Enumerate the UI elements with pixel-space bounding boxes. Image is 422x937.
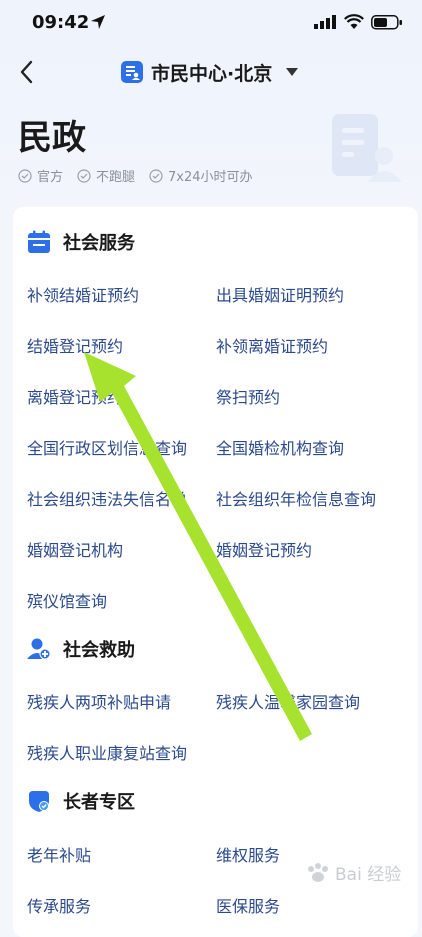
section-title: 长者专区 — [63, 792, 135, 813]
link-org-blacklist[interactable]: 社会组织违法失信名单 — [27, 486, 187, 510]
user-add-icon — [27, 638, 51, 660]
status-time: 09:42 — [32, 12, 90, 33]
nav-bar: 市民中心·北京 — [0, 48, 422, 96]
section-social-services: 社会服务 — [27, 229, 135, 255]
tag-24h: 7x24小时可办 — [149, 166, 253, 185]
status-bar: 09:42 — [0, 0, 422, 48]
link-reissue-marriage-cert[interactable]: 补领结婚证预约 — [27, 282, 139, 306]
check-circle-icon — [77, 168, 91, 183]
tag-label: 7x24小时可办 — [168, 170, 253, 185]
services-card — [13, 207, 418, 937]
tag-row: 官方 不跑腿 7x24小时可办 — [18, 166, 253, 185]
signal-icon — [314, 15, 336, 29]
tag-label: 官方 — [37, 170, 64, 185]
calendar-icon — [28, 230, 50, 253]
wifi-icon — [344, 14, 364, 29]
section-social-assistance: 社会救助 — [27, 636, 135, 662]
link-reissue-divorce-cert[interactable]: 补领离婚证预约 — [216, 333, 328, 357]
link-tomb-sweeping[interactable]: 祭扫预约 — [216, 384, 280, 408]
check-circle-icon — [18, 168, 32, 183]
link-divorce-registration[interactable]: 离婚登记预约 — [27, 384, 123, 408]
document-illustration-icon — [332, 114, 402, 182]
chevron-down-icon — [286, 68, 299, 76]
link-marriage-office[interactable]: 婚姻登记机构 — [27, 537, 123, 561]
tag-label: 不跑腿 — [96, 170, 136, 185]
section-title: 社会服务 — [63, 233, 135, 254]
city-selector[interactable]: 市民中心·北京 — [121, 58, 299, 86]
link-rights-protection[interactable]: 维权服务 — [216, 842, 280, 866]
link-disability-rehab[interactable]: 残疾人职业康复站查询 — [27, 740, 187, 764]
watermark-text: Bai 经验 — [335, 865, 402, 885]
link-premarital-check-query[interactable]: 全国婚检机构查询 — [216, 435, 344, 459]
check-circle-icon — [149, 168, 163, 183]
document-icon — [121, 61, 143, 83]
link-elderly-subsidy[interactable]: 老年补贴 — [27, 842, 91, 866]
link-disability-subsidy[interactable]: 残疾人两项补贴申请 — [27, 689, 171, 713]
link-funeral-home[interactable]: 殡仪馆查询 — [27, 588, 107, 612]
shield-heart-icon — [29, 791, 49, 812]
page-title: 民政 — [18, 118, 86, 158]
link-medical-insurance[interactable]: 医保服务 — [216, 893, 280, 917]
link-marriage-booking[interactable]: 婚姻登记预约 — [216, 537, 312, 561]
city-title: 市民中心·北京 — [151, 62, 273, 85]
paw-icon — [308, 862, 328, 882]
link-heritage-service[interactable]: 传承服务 — [27, 893, 91, 917]
link-admin-division-query[interactable]: 全国行政区划信息查询 — [27, 435, 187, 459]
section-title: 社会救助 — [63, 640, 135, 661]
battery-icon — [371, 15, 402, 30]
watermark: Bai 经验 — [305, 860, 401, 885]
link-marriage-registration[interactable]: 结婚登记预约 — [27, 333, 123, 357]
tag-official: 官方 — [18, 166, 63, 185]
link-disability-home[interactable]: 残疾人温馨家园查询 — [216, 689, 360, 713]
link-marriage-proof[interactable]: 出具婚姻证明预约 — [216, 282, 344, 306]
back-icon[interactable] — [14, 58, 42, 86]
link-org-annual-check[interactable]: 社会组织年检信息查询 — [216, 486, 376, 510]
section-elderly-zone: 长者专区 — [27, 788, 135, 814]
location-arrow-icon — [91, 15, 105, 29]
tag-no-travel: 不跑腿 — [77, 166, 135, 185]
